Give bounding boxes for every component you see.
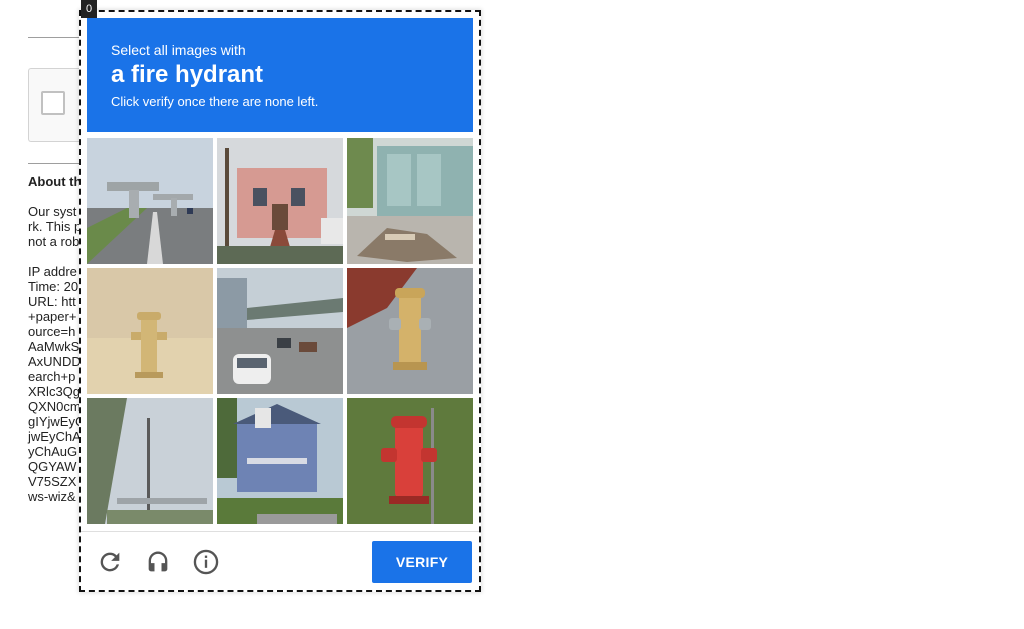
info-paragraph: Our syst rk. This p not a rob (28, 204, 81, 249)
image-tile[interactable] (347, 398, 473, 524)
text-line: ws-wiz& (28, 489, 76, 504)
text-line: yChAuG (28, 444, 78, 459)
audio-challenge-button[interactable] (141, 545, 175, 579)
text-line: QGYAW (28, 459, 77, 474)
request-details: IP addre Time: 20 URL: htt +paper+ ource… (28, 264, 84, 504)
text-line: IP addre (28, 264, 77, 279)
headphones-icon (148, 551, 168, 572)
text-line: QXN0cm (28, 399, 81, 414)
info-button[interactable] (189, 545, 223, 579)
reload-button[interactable] (93, 545, 127, 579)
text-line: gIYjwEyC (28, 414, 85, 429)
image-tile[interactable] (347, 268, 473, 394)
text-line: earch+p (28, 369, 76, 384)
challenge-target: a fire hydrant (111, 61, 264, 88)
tile-image-storefront (347, 138, 473, 264)
tile-image-fire-hydrant (347, 398, 473, 524)
text-line: Our syst (28, 204, 77, 219)
about-heading: About th (28, 174, 82, 189)
footer-divider (81, 531, 479, 532)
info-icon (193, 549, 219, 575)
image-grid (87, 138, 473, 524)
image-tile[interactable] (87, 138, 213, 264)
challenge-instruction: Select all images with (111, 42, 246, 58)
image-tile[interactable] (87, 268, 213, 394)
image-tile[interactable] (87, 398, 213, 524)
challenge-subtext: Click verify once there are none left. (111, 94, 319, 109)
tile-image-fire-hydrant (87, 268, 213, 394)
text-line: AxUNDD (28, 354, 81, 369)
text-line: XRlc3Qg (28, 384, 81, 399)
image-tile[interactable] (347, 138, 473, 264)
image-tile[interactable] (217, 138, 343, 264)
image-tile[interactable] (217, 398, 343, 524)
text-line: Time: 20 (28, 279, 79, 294)
text-line: ource=h (28, 324, 76, 339)
challenge-banner: Select all images with a fire hydrant Cl… (87, 18, 473, 132)
tile-image-house (217, 138, 343, 264)
recaptcha-checkbox[interactable] (41, 91, 65, 115)
image-tile[interactable] (217, 268, 343, 394)
tile-image-fire-hydrant (347, 268, 473, 394)
tile-image-overpass (87, 398, 213, 524)
text-line: V75SZX (28, 474, 77, 489)
tile-image-highway (87, 138, 213, 264)
tile-image-street (217, 268, 343, 394)
text-line: rk. This p (28, 219, 82, 234)
reload-icon (100, 552, 120, 572)
text-line: not a rob (28, 234, 80, 249)
text-line: AaMwkS (28, 339, 80, 354)
text-line: URL: htt (28, 294, 76, 309)
tile-image-house (217, 398, 343, 524)
text-line: +paper+ (28, 309, 77, 324)
verify-button[interactable]: VERIFY (372, 541, 472, 583)
frame-index-badge: 0 (81, 0, 97, 18)
text-line: jwEyChA (28, 429, 81, 444)
